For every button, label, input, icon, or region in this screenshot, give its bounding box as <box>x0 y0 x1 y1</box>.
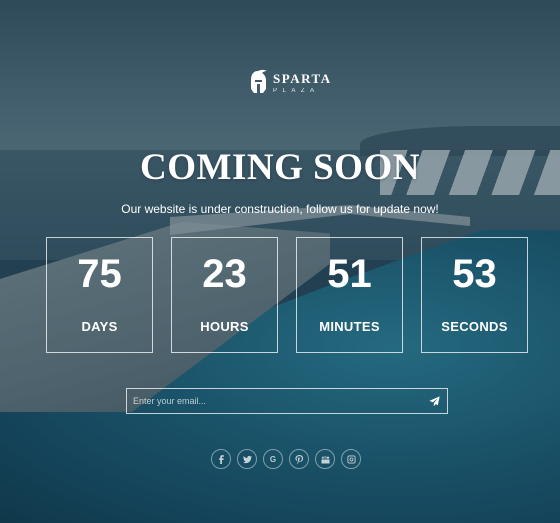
email-input[interactable] <box>127 389 421 413</box>
countdown: 75 DAYS 23 HOURS 51 MINUTES 53 SECONDS <box>46 237 528 353</box>
social-links: G <box>211 449 361 469</box>
youtube-icon <box>320 455 330 464</box>
countdown-value: 53 <box>452 252 497 296</box>
youtube-link[interactable] <box>315 449 335 469</box>
instagram-link[interactable] <box>341 449 361 469</box>
page-subtitle: Our website is under construction, follo… <box>121 202 439 216</box>
spartan-helmet-icon <box>251 69 267 93</box>
subscribe-form <box>126 388 448 414</box>
main-content: SPARTA PLAZA COMING SOON Our website is … <box>0 0 560 523</box>
countdown-label: SECONDS <box>441 319 508 334</box>
countdown-label: HOURS <box>200 319 249 334</box>
page-title: COMING SOON <box>140 147 420 188</box>
countdown-days: 75 DAYS <box>46 237 153 353</box>
facebook-link[interactable] <box>211 449 231 469</box>
countdown-minutes: 51 MINUTES <box>296 237 403 353</box>
pinterest-icon <box>294 454 303 464</box>
countdown-hours: 23 HOURS <box>171 237 278 353</box>
google-icon: G <box>269 454 277 464</box>
subscribe-button[interactable] <box>421 389 447 413</box>
paper-plane-icon <box>428 395 440 406</box>
instagram-icon <box>346 454 356 464</box>
twitter-icon <box>242 455 252 463</box>
twitter-link[interactable] <box>237 449 257 469</box>
google-link[interactable]: G <box>263 449 283 469</box>
facebook-icon <box>218 454 224 464</box>
countdown-label: DAYS <box>81 319 118 334</box>
logo-name: SPARTA <box>273 71 332 86</box>
logo[interactable]: SPARTA PLAZA <box>249 69 332 97</box>
countdown-value: 51 <box>327 252 372 296</box>
countdown-value: 75 <box>77 252 122 296</box>
logo-subtitle: PLAZA <box>273 88 320 94</box>
countdown-seconds: 53 SECONDS <box>421 237 528 353</box>
countdown-value: 23 <box>202 252 247 296</box>
countdown-label: MINUTES <box>319 319 380 334</box>
pinterest-link[interactable] <box>289 449 309 469</box>
